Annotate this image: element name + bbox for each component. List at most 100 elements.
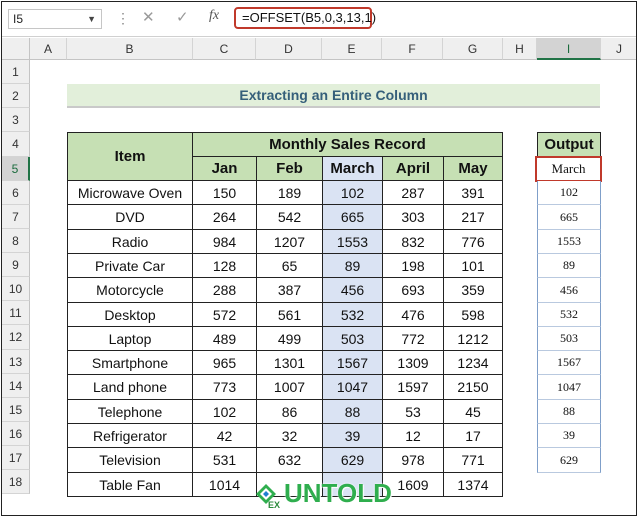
table-cell-may[interactable]: 17 xyxy=(443,423,503,448)
table-cell-jan[interactable]: 572 xyxy=(192,302,257,327)
column-header-a[interactable]: A xyxy=(30,38,67,60)
table-cell-april[interactable]: 693 xyxy=(382,277,444,303)
table-cell-april[interactable]: 198 xyxy=(382,253,444,278)
table-cell-march[interactable]: 102 xyxy=(322,180,383,205)
output-cell[interactable]: 1567 xyxy=(537,351,601,375)
table-row-item[interactable]: Table Fan xyxy=(67,472,193,497)
row-header-4[interactable]: 4 xyxy=(2,132,30,157)
row-header-6[interactable]: 6 xyxy=(2,181,30,205)
table-cell-jan[interactable]: 42 xyxy=(192,423,257,448)
table-cell-jan[interactable]: 965 xyxy=(192,350,257,375)
table-cell-march[interactable]: 503 xyxy=(322,326,383,351)
table-cell-march[interactable]: 456 xyxy=(322,277,383,303)
table-cell-april[interactable]: 303 xyxy=(382,204,444,230)
row-header-18[interactable]: 18 xyxy=(2,470,30,494)
table-cell-feb[interactable]: 189 xyxy=(256,180,323,205)
row-header-13[interactable]: 13 xyxy=(2,350,30,374)
table-row-item[interactable]: Telephone xyxy=(67,399,193,424)
table-cell-jan[interactable]: 489 xyxy=(192,326,257,351)
table-cell-may[interactable]: 776 xyxy=(443,229,503,254)
table-cell-april[interactable]: 978 xyxy=(382,447,444,473)
table-cell-feb[interactable]: 499 xyxy=(256,326,323,351)
table-cell-march[interactable]: 1553 xyxy=(322,229,383,254)
row-header-12[interactable]: 12 xyxy=(2,325,30,350)
select-all-corner[interactable] xyxy=(2,38,30,60)
table-cell-may[interactable]: 391 xyxy=(443,180,503,205)
row-header-3[interactable]: 3 xyxy=(2,108,30,132)
output-cell[interactable]: 456 xyxy=(537,278,601,303)
item-header[interactable]: Item xyxy=(67,132,193,181)
table-cell-may[interactable]: 45 xyxy=(443,399,503,424)
output-cell[interactable]: 88 xyxy=(537,400,601,424)
formula-input[interactable]: =OFFSET(B5,0,3,13,1) xyxy=(234,7,376,29)
row-header-1[interactable]: 1 xyxy=(2,60,30,84)
column-header-e[interactable]: E xyxy=(322,38,382,60)
cancel-icon[interactable]: ✕ xyxy=(142,8,155,26)
row-header-15[interactable]: 15 xyxy=(2,398,30,422)
table-cell-feb[interactable]: 387 xyxy=(256,277,323,303)
table-cell-april[interactable]: 1309 xyxy=(382,350,444,375)
table-cell-april[interactable]: 476 xyxy=(382,302,444,327)
table-cell-feb[interactable]: 632 xyxy=(256,447,323,473)
table-cell-april[interactable]: 772 xyxy=(382,326,444,351)
month-header-may[interactable]: May xyxy=(443,156,503,181)
table-cell-feb[interactable]: 1301 xyxy=(256,350,323,375)
table-cell-may[interactable]: 598 xyxy=(443,302,503,327)
table-cell-april[interactable]: 12 xyxy=(382,423,444,448)
table-row-item[interactable]: Television xyxy=(67,447,193,473)
table-cell-jan[interactable]: 531 xyxy=(192,447,257,473)
column-header-g[interactable]: G xyxy=(443,38,503,60)
table-row-item[interactable]: DVD xyxy=(67,204,193,230)
output-cell[interactable]: 89 xyxy=(537,254,601,278)
column-header-b[interactable]: B xyxy=(67,38,193,60)
table-cell-feb[interactable]: 32 xyxy=(256,423,323,448)
insert-function-icon[interactable]: fx xyxy=(209,8,219,24)
table-cell-may[interactable]: 2150 xyxy=(443,374,503,400)
row-header-11[interactable]: 11 xyxy=(2,301,30,325)
row-header-5[interactable]: 5 xyxy=(2,157,30,181)
table-row-item[interactable]: Desktop xyxy=(67,302,193,327)
table-cell-march[interactable]: 88 xyxy=(322,399,383,424)
chevron-down-icon[interactable]: ▼ xyxy=(87,10,96,28)
output-cell[interactable]: 629 xyxy=(537,448,601,473)
table-cell-feb[interactable]: 86 xyxy=(256,399,323,424)
output-cell[interactable]: 503 xyxy=(537,327,601,351)
table-cell-feb[interactable]: 542 xyxy=(256,204,323,230)
table-cell-april[interactable]: 1597 xyxy=(382,374,444,400)
table-cell-feb[interactable]: 65 xyxy=(256,253,323,278)
output-cell[interactable]: 102 xyxy=(537,181,601,205)
column-header-j[interactable]: J xyxy=(601,38,636,60)
table-cell-jan[interactable]: 1014 xyxy=(192,472,257,497)
table-cell-feb[interactable]: 1207 xyxy=(256,229,323,254)
row-header-2[interactable]: 2 xyxy=(2,84,30,108)
column-header-h[interactable]: H xyxy=(503,38,537,60)
table-cell-jan[interactable]: 150 xyxy=(192,180,257,205)
month-header-jan[interactable]: Jan xyxy=(192,156,257,181)
output-cell[interactable]: 532 xyxy=(537,303,601,327)
row-header-16[interactable]: 16 xyxy=(2,422,30,446)
table-cell-march[interactable]: 1567 xyxy=(322,350,383,375)
table-cell-jan[interactable]: 984 xyxy=(192,229,257,254)
table-cell-april[interactable]: 832 xyxy=(382,229,444,254)
output-cell-selected[interactable]: March xyxy=(535,156,602,182)
table-row-item[interactable]: Radio xyxy=(67,229,193,254)
table-cell-march[interactable]: 39 xyxy=(322,423,383,448)
table-cell-may[interactable]: 217 xyxy=(443,204,503,230)
month-header-feb[interactable]: Feb xyxy=(256,156,323,181)
column-header-f[interactable]: F xyxy=(382,38,443,60)
output-cell[interactable]: 1553 xyxy=(537,230,601,254)
sheet-title[interactable]: Extracting an Entire Column xyxy=(67,84,600,108)
more-options-icon[interactable]: ⋮ xyxy=(116,10,130,27)
table-row-item[interactable]: Motorcycle xyxy=(67,277,193,303)
table-row-item[interactable]: Land phone xyxy=(67,374,193,400)
table-cell-march[interactable]: 89 xyxy=(322,253,383,278)
table-cell-may[interactable]: 1212 xyxy=(443,326,503,351)
table-cell-march[interactable]: 629 xyxy=(322,447,383,473)
table-cell-may[interactable]: 771 xyxy=(443,447,503,473)
table-cell-may[interactable]: 101 xyxy=(443,253,503,278)
output-cell[interactable]: 665 xyxy=(537,205,601,230)
output-header[interactable]: Output xyxy=(537,132,601,157)
month-header-march[interactable]: March xyxy=(322,156,383,181)
output-cell[interactable]: 39 xyxy=(537,424,601,448)
table-row-item[interactable]: Private Car xyxy=(67,253,193,278)
